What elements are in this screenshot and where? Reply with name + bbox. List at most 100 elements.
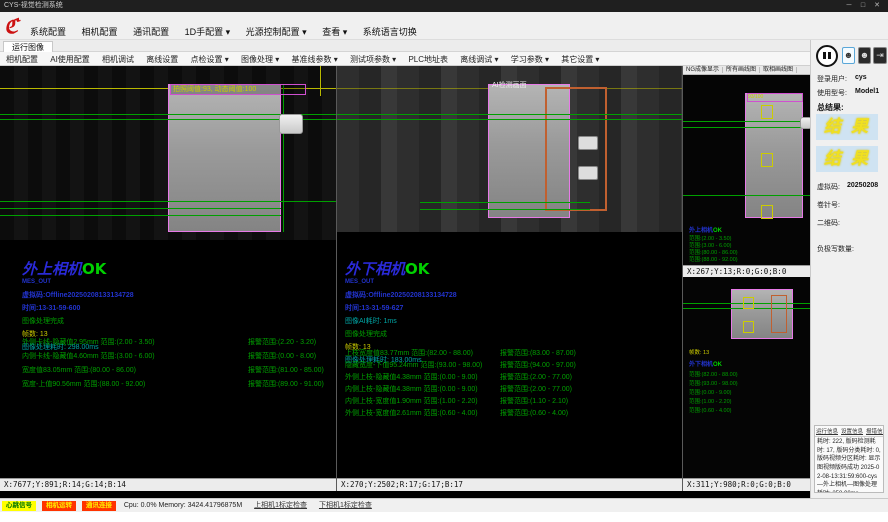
thumb-top-label: 外上相机OK [689, 225, 722, 234]
tool-ai-config[interactable]: AI使用配置 [50, 55, 90, 64]
app-logo-icon: ℭ [4, 14, 26, 38]
model-label: 使用型号: [817, 88, 847, 98]
left-meas-1: 内侧卡线-隐藏值4.60mm 范围:(3.00 - 6.00) [22, 351, 155, 361]
right-camera-title: 外下相机OK [345, 258, 457, 279]
qr-code-label: 二维码: [817, 218, 840, 228]
close-icon[interactable]: ✕ [870, 0, 884, 12]
left-alarm-1: 报警范围:(0.00 - 8.00) [248, 351, 316, 361]
cpu-memory-status: Cpu: 0.0% Memory: 3424.41796875M [124, 502, 242, 509]
right-measure-line-1 [337, 114, 683, 115]
info-tab-strip: 运行信息设置信息报错信息 [815, 426, 883, 437]
side-panel: ☻ ☻ ⇥ 登录用户: cys 使用型号: Model1 总结果: 结 果 结 … [810, 40, 888, 498]
menu-view[interactable]: 查看 ▾ [322, 27, 347, 37]
minimize-icon[interactable]: ─ [842, 0, 856, 12]
right-meas-5: 外侧上枝-宽度值2.61mm 范围:(0.60 - 4.00) [345, 408, 478, 418]
result-box-2: 结 果 [816, 146, 878, 172]
thumb-bottom-image[interactable]: 帧数: 13 外下相机OK 范围:(82.00 - 88.00) 范围:(93.… [683, 277, 810, 478]
left-barcode: 虚拟码:Offline20250208133134728 [22, 290, 134, 300]
left-product-region [168, 84, 281, 232]
runtime-info-box: 运行信息设置信息报错信息 耗时: 222, 版码检测耗时: 17, 版码分类耗时… [814, 425, 884, 493]
right-meas-0: 上枝宽度值83.77mm 范围:(82.00 - 88.00) [345, 348, 473, 358]
left-time: 时间:13-31-59-600 [22, 303, 134, 313]
total-result-label: 总结果: [817, 102, 844, 113]
left-alarm-0: 报警范围:(2.20 - 3.20) [248, 337, 316, 347]
left-camera-title: 外上相机OK [22, 258, 134, 279]
tool-image-processing[interactable]: 图像处理 ▾ [241, 55, 279, 64]
thumb-bottom-pixel-status: X:311;Y:980;R:0;G:0;B:0 [683, 478, 810, 491]
menu-language-switch[interactable]: 系统语言切换 [363, 27, 417, 37]
toolbar: 相机配置 AI使用配置 相机调试 离线设置 点检设置 ▾ 图像处理 ▾ 基准线参… [0, 52, 888, 66]
pause-button[interactable] [816, 45, 838, 67]
result-box-1: 结 果 [816, 114, 878, 140]
tool-baseline-params[interactable]: 基准线参数 ▾ [291, 55, 337, 64]
info-tab-run[interactable]: 运行信息 [816, 429, 838, 435]
window-title: CYS-视觉检测系统 [4, 2, 63, 9]
tool-camera-config[interactable]: 相机配置 [6, 55, 38, 64]
left-yellow-vline [320, 66, 321, 96]
logout-button[interactable]: ⇥ [873, 47, 887, 64]
menu-comm-config[interactable]: 通讯配置 [133, 27, 169, 37]
menu-camera-config[interactable]: 相机配置 [82, 27, 118, 37]
right-pixel-status: X:270;Y:2502;R:17;G:17;B:17 [337, 478, 683, 491]
left-done: 图像处理完成 [22, 316, 134, 326]
right-alarm-3: 报警范围:(2.00 - 77.00) [500, 384, 572, 394]
virtual-code-label: 虚拟码: [817, 182, 840, 192]
thumb-tab-ng[interactable]: NG成像显示 [683, 67, 723, 73]
left-measure-line-3 [0, 201, 337, 202]
lower-camera-calib-link[interactable]: 下相机1标定检查 [319, 502, 372, 509]
left-result-ok: OK [82, 260, 106, 278]
maximize-icon[interactable]: □ [856, 0, 870, 12]
info-tab-settings[interactable]: 设置信息 [841, 429, 863, 435]
menu-system-config[interactable]: 系统配置 [30, 27, 66, 37]
right-alarm-4: 报警范围:(1.10 - 2.10) [500, 396, 568, 406]
menu-bar: ℭ 系统配置 相机配置 通讯配置 1D手配置 ▾ 光源控制配置 ▾ 查看 ▾ 系… [0, 12, 888, 40]
user-button[interactable]: ☻ [858, 47, 871, 64]
menu-light-config[interactable]: 光源控制配置 ▾ [246, 27, 307, 37]
model-value: Model1 [855, 88, 879, 95]
tool-camera-debug[interactable]: 相机调试 [102, 55, 134, 64]
left-edge-line [283, 84, 284, 232]
heartbeat-badge: 心跳信号 [2, 501, 36, 511]
right-mes-tag: MES_OUT [345, 279, 457, 285]
thumb-tab-alllines[interactable]: 所有画线图 [723, 67, 760, 73]
left-measure-line-5 [0, 215, 281, 216]
window-controls: ─□✕ [842, 0, 884, 12]
camera-running-badge: 相机运转 [42, 501, 76, 511]
right-measure-line-2 [337, 119, 683, 120]
login-user-value: cys [855, 74, 867, 81]
right-highlight-blob-1 [578, 136, 598, 150]
left-alarm-2: 报警范围:(81.00 - 85.00) [248, 365, 324, 375]
tool-plc-address-table[interactable]: PLC地址表 [408, 55, 448, 64]
right-ai-overlay-label: AI检测画面 [492, 80, 527, 90]
left-tab-connector [279, 114, 303, 134]
right-meas-1: 隐藏宽度-下值95.24mm 范围:(93.00 - 98.00) [345, 360, 482, 370]
right-barcode: 虚拟码:Offline20250208133134728 [345, 290, 457, 300]
tool-offline-settings[interactable]: 离线设置 [146, 55, 178, 64]
left-alarm-3: 报警范围:(89.00 - 91.00) [248, 379, 324, 389]
left-meas-2: 宽度值83.05mm 范围:(80.00 - 86.00) [22, 365, 136, 375]
tool-test-params[interactable]: 测试项参数 ▾ [350, 55, 396, 64]
login-user-label: 登录用户: [817, 74, 847, 84]
right-meas-2: 外侧上枝-隐藏值4.38mm 范围:(0.00 - 9.00) [345, 372, 478, 382]
thumb-tab-strip: NG成像显示所有画线图取相画线图 [683, 66, 810, 75]
upper-camera-calib-link[interactable]: 上相机1标定检查 [254, 502, 307, 509]
tool-other-settings[interactable]: 其它设置 ▾ [561, 55, 599, 64]
right-meas-3: 内侧上枝-隐藏值4.38mm 范围:(0.00 - 9.00) [345, 384, 478, 394]
right-done: 图像处理完成 [345, 329, 457, 339]
title-bar: CYS-视觉检测系统 ─□✕ [0, 0, 888, 12]
left-mes-tag: MES_OUT [22, 279, 134, 285]
tool-learning-params[interactable]: 学习参数 ▾ [511, 55, 549, 64]
thumb-top-pixel-status: X:267;Y:13;R:0;G:0;B:0 [683, 265, 810, 277]
user-active-button[interactable]: ☻ [842, 47, 855, 64]
thumb-tab-capture[interactable]: 取相画线图 [760, 67, 797, 73]
status-bar: 心跳信号 相机运转 通讯连接 Cpu: 0.0% Memory: 3424.41… [0, 498, 888, 512]
thumb-top-image[interactable]: 93/100 外上相机OK 范围:(2.00 - 3.50) 范围:(3.00 … [683, 75, 810, 265]
tool-spotcheck-settings[interactable]: 点检设置 ▾ [191, 55, 229, 64]
thumb-bottom-label: 外下相机OK [689, 359, 722, 368]
tool-offline-debug[interactable]: 离线调试 ▾ [460, 55, 498, 64]
menu-robot-config[interactable]: 1D手配置 ▾ [185, 27, 231, 37]
right-alarm-2: 报警范围:(2.00 - 77.00) [500, 372, 572, 382]
right-measure-line-4 [420, 209, 590, 210]
info-tab-errors[interactable]: 报错信息 [866, 429, 884, 435]
runtime-info-text: 耗时: 222, 版码检测耗时: 17, 版码分类耗时: 0, 版码视频分区耗时… [815, 437, 883, 493]
